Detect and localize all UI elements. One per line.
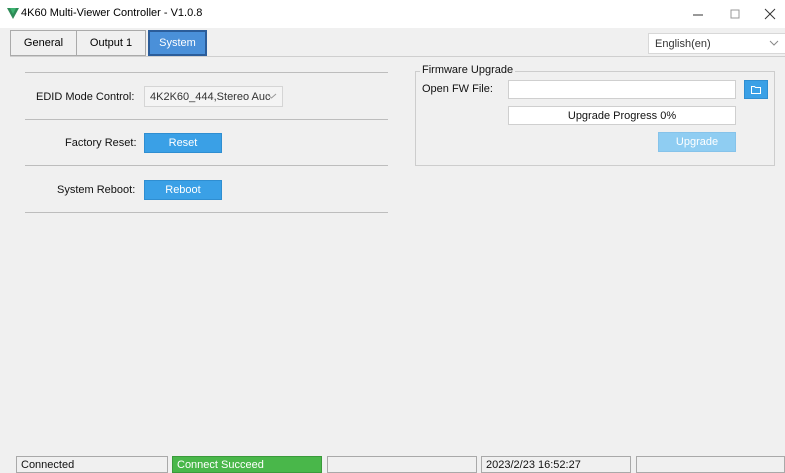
- status-connection: Connected: [16, 456, 168, 473]
- status-empty-2: [636, 456, 785, 473]
- firmware-upgrade-title: Firmware Upgrade: [420, 64, 516, 76]
- system-reboot-label: System Reboot:: [57, 184, 136, 196]
- status-empty-1: [327, 456, 477, 473]
- status-bar: Connected Connect Succeed 2023/2/23 16:5…: [0, 455, 785, 473]
- browse-file-button[interactable]: [744, 80, 768, 99]
- upgrade-progress-bar: Upgrade Progress 0%: [508, 106, 736, 125]
- chevron-down-icon: [266, 93, 277, 99]
- edid-mode-value: 4K2K60_444,Stereo Auc: [150, 90, 271, 103]
- status-datetime: 2023/2/23 16:52:27: [481, 456, 631, 473]
- divider: [25, 165, 388, 166]
- minimize-icon[interactable]: [690, 6, 706, 22]
- app-window: 4K60 Multi-Viewer Controller - V1.0.8 Ge…: [0, 0, 785, 473]
- language-value: English(en): [655, 37, 711, 50]
- divider: [25, 119, 388, 120]
- reboot-button[interactable]: Reboot: [144, 180, 222, 200]
- tab-output-1[interactable]: Output 1: [76, 30, 146, 56]
- tab-general[interactable]: General: [10, 30, 77, 56]
- tab-system[interactable]: System: [148, 30, 207, 56]
- edid-mode-label: EDID Mode Control:: [36, 91, 135, 103]
- fw-file-path-input[interactable]: [508, 80, 736, 99]
- maximize-icon[interactable]: [727, 6, 743, 22]
- upgrade-progress-text: Upgrade Progress 0%: [567, 109, 677, 122]
- close-icon[interactable]: [762, 6, 778, 22]
- title-bar: 4K60 Multi-Viewer Controller - V1.0.8: [0, 0, 785, 28]
- reset-button[interactable]: Reset: [144, 133, 222, 153]
- folder-icon: [751, 86, 761, 94]
- divider: [25, 72, 388, 73]
- chevron-down-icon: [769, 40, 779, 46]
- open-fw-file-label: Open FW File:: [422, 83, 493, 95]
- language-select[interactable]: English(en): [648, 33, 785, 54]
- window-title: 4K60 Multi-Viewer Controller - V1.0.8: [21, 7, 203, 19]
- app-logo-icon: [7, 8, 19, 19]
- factory-reset-label: Factory Reset:: [65, 137, 137, 149]
- divider: [25, 212, 388, 213]
- edid-mode-select[interactable]: 4K2K60_444,Stereo Auc: [144, 86, 283, 107]
- upgrade-button[interactable]: Upgrade: [658, 132, 736, 152]
- status-result: Connect Succeed: [172, 456, 322, 473]
